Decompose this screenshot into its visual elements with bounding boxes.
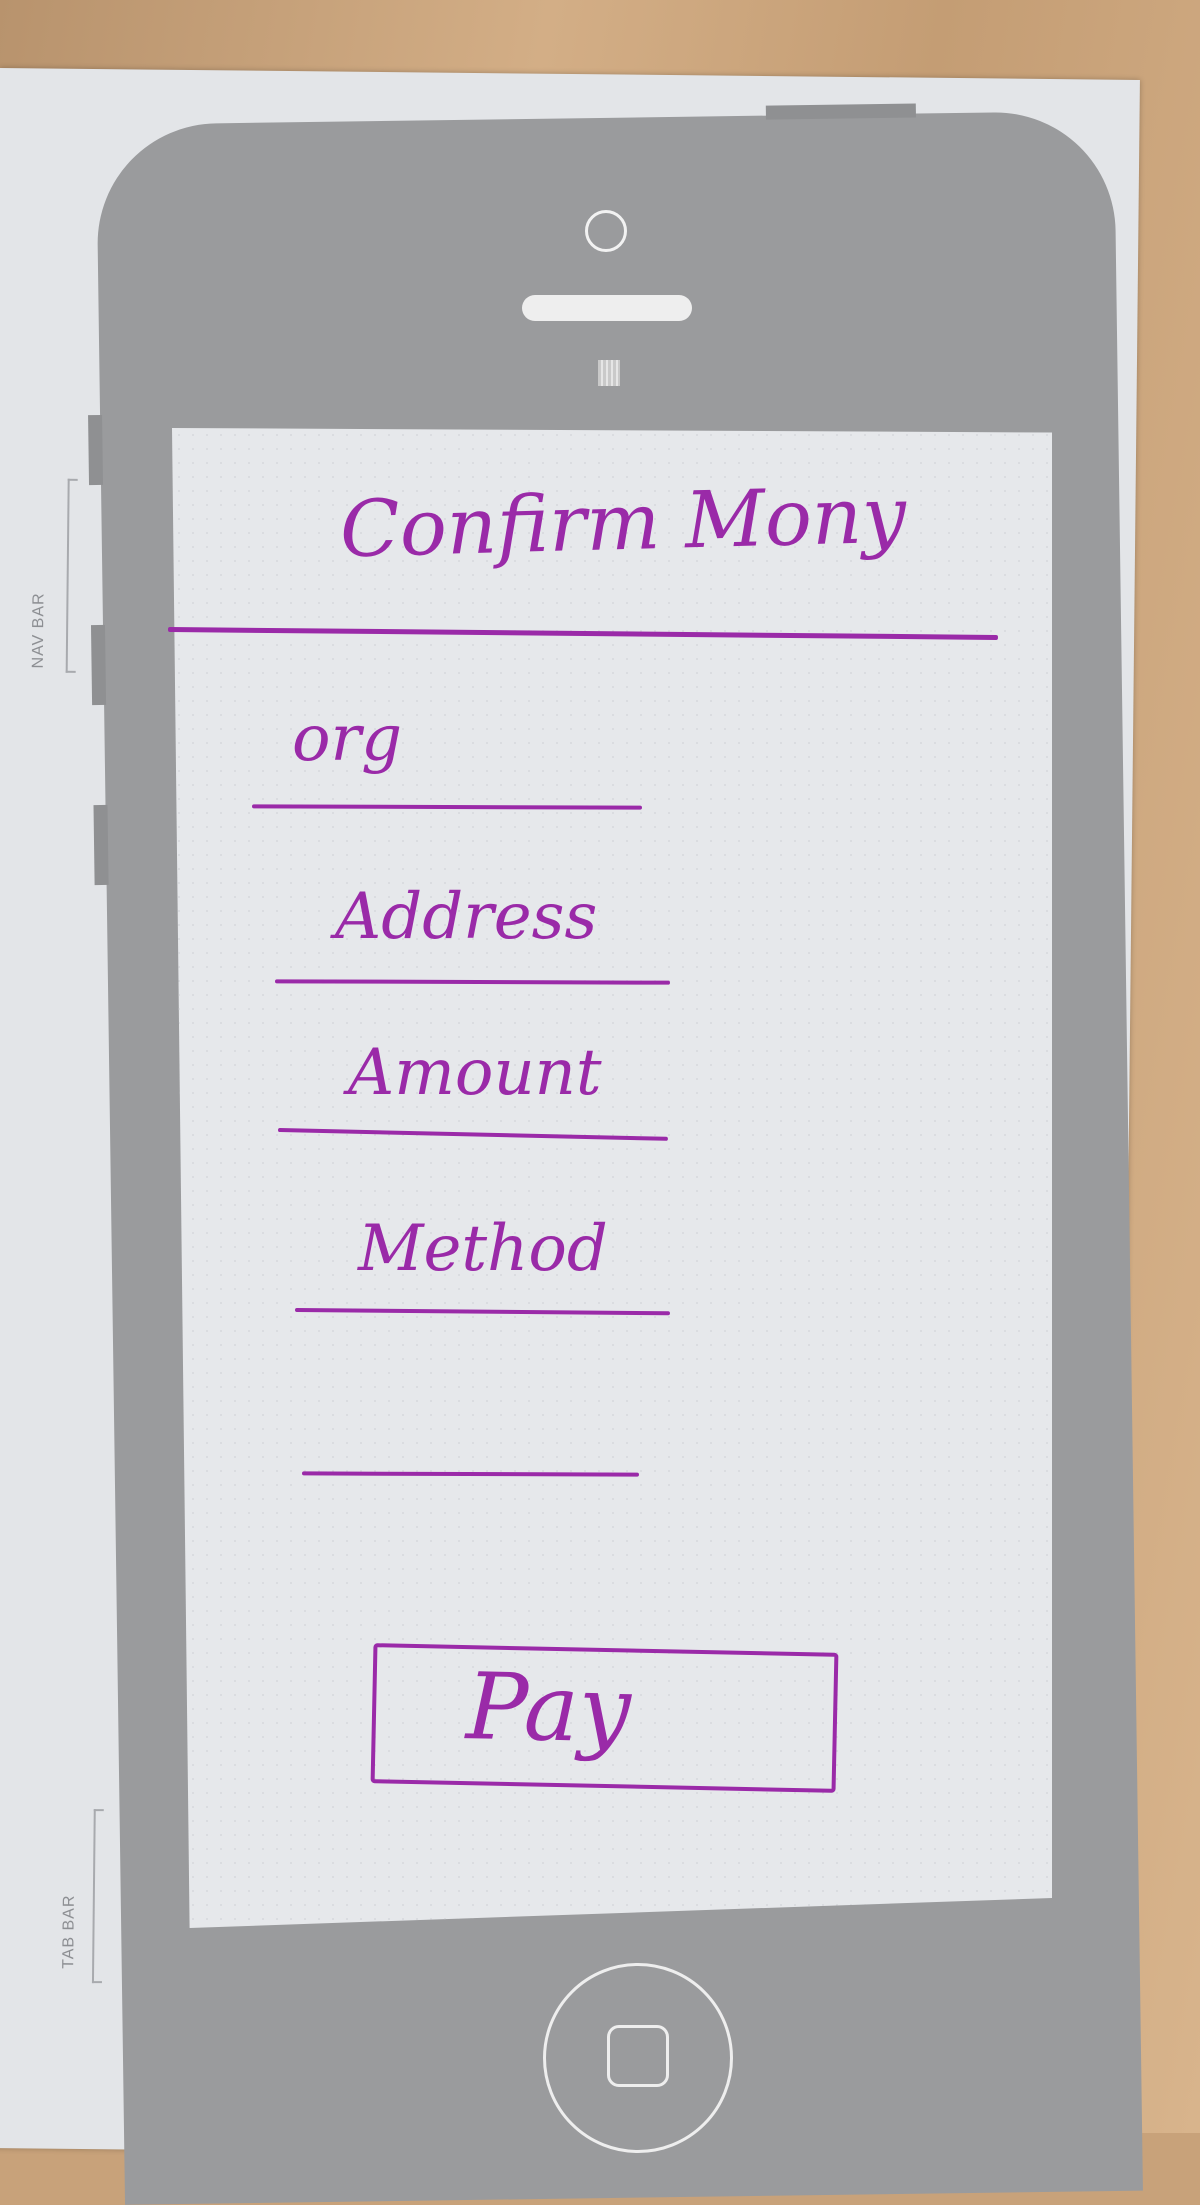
field-label-method: Method <box>358 1212 608 1286</box>
tab-bar-bracket <box>91 1809 104 1984</box>
proximity-sensor <box>598 360 620 386</box>
pay-button-label: Pay <box>465 1653 632 1764</box>
volume-up-button <box>90 624 107 706</box>
page-title: Confirm Mony <box>338 470 908 576</box>
tab-bar-label: TAB BAR <box>60 1894 78 1969</box>
home-square-icon <box>607 2025 669 2087</box>
pay-button[interactable]: Pay <box>370 1643 839 1793</box>
field-label-amount: Amount <box>348 1036 602 1110</box>
power-button <box>765 103 916 120</box>
mute-switch <box>88 414 104 486</box>
earpiece-speaker <box>522 295 692 321</box>
nav-bar-bracket <box>65 478 78 673</box>
front-camera-icon <box>585 210 627 252</box>
field-label-org: org <box>292 702 403 776</box>
field-label-address: Address <box>335 880 598 954</box>
volume-down-button <box>93 804 109 886</box>
nav-bar-label: NAV BAR <box>29 592 48 669</box>
